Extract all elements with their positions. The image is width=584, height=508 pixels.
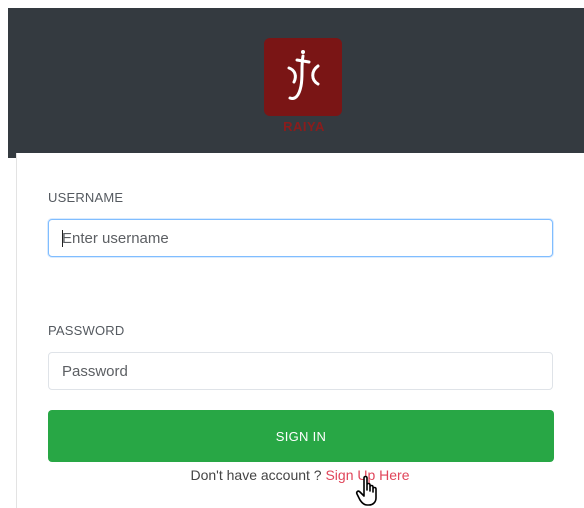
left-gutter: [0, 158, 16, 508]
password-input[interactable]: [48, 352, 553, 390]
brand-name: RAIYA: [283, 119, 325, 134]
username-label: USERNAME: [48, 190, 124, 205]
logo-glyph-icon: [287, 50, 320, 100]
username-input[interactable]: [48, 219, 553, 257]
signup-row: Don't have account ? Sign Up Here: [0, 467, 584, 483]
sign-in-button[interactable]: SIGN IN: [48, 410, 554, 462]
password-label: PASSWORD: [48, 323, 125, 338]
text-caret: [62, 230, 63, 247]
login-screen: RAIYA USERNAME PASSWORD SIGN IN Don't ha…: [0, 0, 584, 508]
signup-prompt: Don't have account ?: [190, 467, 326, 483]
hand-pointer-icon: [355, 475, 377, 506]
raiya-logo-icon: [264, 38, 342, 116]
